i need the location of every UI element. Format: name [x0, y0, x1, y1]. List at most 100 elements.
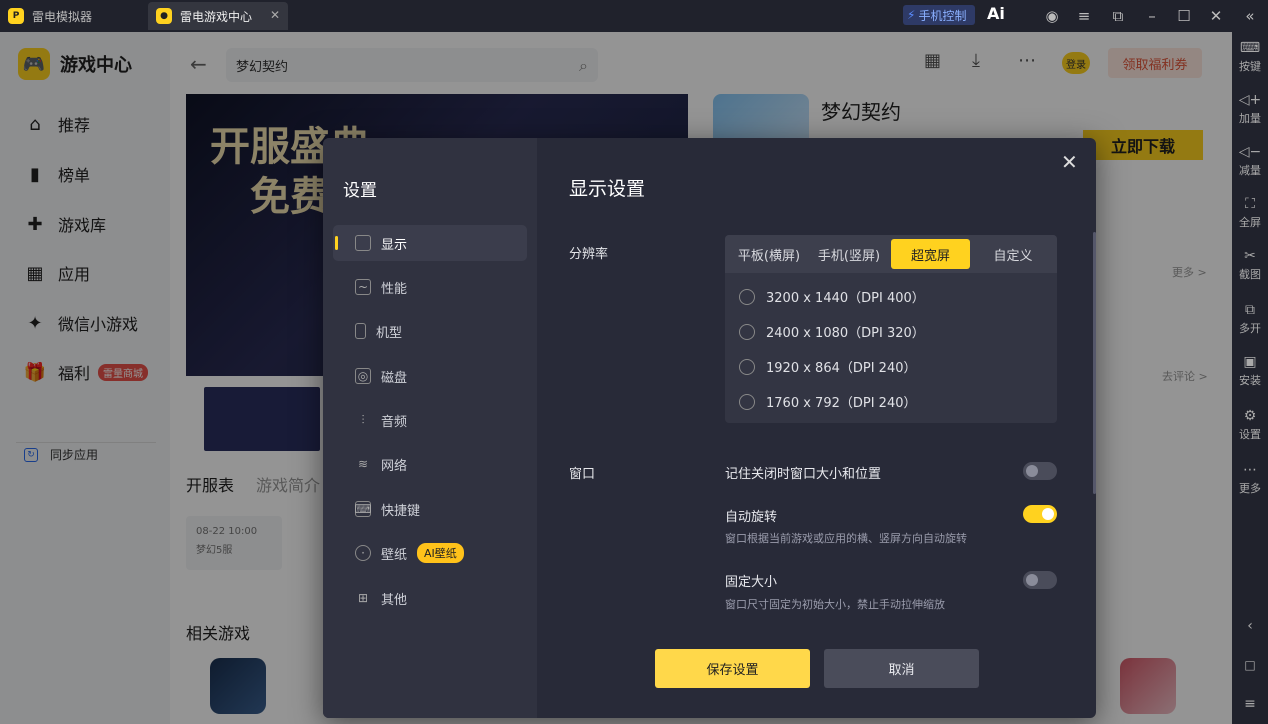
collapse-sidebar-icon[interactable]: «	[1238, 4, 1262, 28]
emulator-logo-icon: P	[8, 8, 24, 24]
toolbar-more[interactable]: ⋯ 更多	[1232, 462, 1268, 496]
settings-item-label: 快捷键	[381, 503, 421, 519]
settings-item-label: 磁盘	[381, 370, 408, 386]
resolution-segmented-control: 平板(横屏) 手机(竖屏) 超宽屏 自定义	[725, 235, 1057, 273]
toolbar-settings[interactable]: ⚙ 设置	[1232, 408, 1268, 442]
settings-item-audio[interactable]: ⫶ 音频	[333, 402, 527, 438]
toggle-knob	[1026, 574, 1038, 586]
settings-sidebar: 设置 显示 ~ 性能 机型 ◎ 磁盘 ⫶ 音频 ≋ 网络 ⌨ 快捷键 · 壁纸 AI壁纸 ⊞…	[323, 138, 537, 718]
settings-item-shortcuts[interactable]: ⌨ 快捷键	[333, 491, 527, 527]
settings-item-other[interactable]: ⊞ 其他	[333, 580, 527, 616]
segment-tablet[interactable]: 平板(横屏)	[733, 239, 805, 269]
resolution-option[interactable]: 3200 x 1440（DPI 400）	[739, 287, 925, 306]
toolbar-volume-down[interactable]: ◁− 减量	[1232, 144, 1268, 178]
settings-item-display[interactable]: 显示	[333, 225, 527, 261]
title-bar: P 雷电模拟器 ● 雷电游戏中心 ✕ ⚡ 手机控制 Ai ◉ ≡ ⧉ – ☐ ✕…	[0, 0, 1268, 32]
toolbar-fullscreen[interactable]: ⛶ 全屏	[1232, 196, 1268, 230]
resolution-label: 分辨率	[569, 247, 609, 262]
resolution-panel: 平板(横屏) 手机(竖屏) 超宽屏 自定义 3200 x 1440（DPI 40…	[725, 235, 1057, 423]
resolution-label-text: 3200 x 1440（DPI 400）	[766, 291, 925, 306]
right-toolbar: ⌨ 按键 ◁+ 加量 ◁− 减量 ⛶ 全屏 ✂ 截图 ⧉ 多开 ▣ 安装 ⚙ 设置 ⋯ 更多 ‹ …	[1232, 32, 1268, 724]
restore-window-icon[interactable]: ⧉	[1106, 4, 1130, 28]
user-icon[interactable]: ◉	[1040, 4, 1064, 28]
phone-control-label: 手机控制	[918, 8, 967, 23]
radio-circle[interactable]	[739, 393, 755, 410]
toolbar-volume-up[interactable]: ◁+ 加量	[1232, 92, 1268, 126]
settings-item-label: 网络	[381, 458, 408, 474]
tab-emulator[interactable]: P 雷电模拟器	[0, 2, 140, 30]
phone-control-button[interactable]: ⚡ 手机控制	[903, 5, 975, 25]
home-nav-icon[interactable]: □	[1232, 658, 1268, 672]
auto-rotate-toggle[interactable]	[1023, 505, 1057, 523]
settings-item-disk[interactable]: ◎ 磁盘	[333, 358, 527, 394]
settings-item-model[interactable]: 机型	[333, 313, 527, 349]
segment-ultrawide[interactable]: 超宽屏	[891, 239, 970, 269]
resolution-option[interactable]: 1920 x 864（DPI 240）	[739, 357, 916, 376]
tab-game-center[interactable]: ● 雷电游戏中心 ✕	[148, 2, 288, 30]
game-center-logo-icon: ●	[156, 8, 172, 24]
phone-icon	[355, 323, 366, 339]
toolbar-label: 更多	[1239, 482, 1261, 495]
toolbar-label: 全屏	[1239, 216, 1261, 229]
settings-scrollbar[interactable]	[1093, 232, 1096, 494]
toolbar-label: 按键	[1239, 60, 1261, 73]
settings-item-performance[interactable]: ~ 性能	[333, 269, 527, 305]
resolution-option[interactable]: 2400 x 1080（DPI 320）	[739, 322, 925, 341]
resolution-label-text: 2400 x 1080（DPI 320）	[766, 326, 925, 341]
keyboard-icon: ⌨	[354, 501, 372, 517]
tab-label: 雷电游戏中心	[180, 9, 253, 24]
settings-item-label: 音频	[381, 414, 408, 430]
fixed-size-option: 固定大小	[725, 575, 778, 590]
toolbar-label: 减量	[1239, 164, 1261, 177]
fullscreen-icon: ⛶	[1245, 196, 1255, 212]
gear-icon: ⚙	[1243, 408, 1257, 424]
toolbar-multi[interactable]: ⧉ 多开	[1232, 302, 1268, 336]
close-dialog-icon[interactable]: ✕	[1061, 150, 1078, 174]
toolbar-label: 截图	[1239, 268, 1261, 281]
settings-item-label: 壁纸	[381, 547, 408, 563]
fixed-size-toggle[interactable]	[1023, 571, 1057, 589]
cancel-button[interactable]: 取消	[824, 649, 979, 688]
maximize-icon[interactable]: ☐	[1172, 4, 1196, 28]
ai-wallpaper-badge: AI壁纸	[417, 543, 464, 563]
settings-item-label: 其他	[381, 592, 408, 608]
auto-rotate-description: 窗口根据当前游戏或应用的横、竖屏方向自动旋转	[725, 532, 967, 545]
minimize-icon[interactable]: –	[1140, 4, 1164, 28]
radio-circle[interactable]	[739, 288, 755, 305]
toolbar-keyboard[interactable]: ⌨ 按键	[1232, 40, 1268, 74]
settings-item-label: 机型	[376, 325, 403, 341]
menu-icon[interactable]: ≡	[1072, 4, 1096, 28]
segment-phone[interactable]: 手机(竖屏)	[813, 239, 885, 269]
toggle-knob	[1026, 465, 1038, 477]
remember-window-option: 记住关闭时窗口大小和位置	[725, 467, 882, 482]
ai-button[interactable]: Ai	[987, 4, 1005, 23]
radio-circle[interactable]	[739, 358, 755, 375]
volume-down-icon: ◁−	[1238, 144, 1262, 160]
auto-rotate-option: 自动旋转	[725, 510, 778, 525]
keyboard-icon: ⌨	[1239, 40, 1261, 56]
toolbar-install[interactable]: ▣ 安装	[1232, 354, 1268, 388]
settings-item-label: 显示	[381, 237, 408, 253]
save-settings-button[interactable]: 保存设置	[655, 649, 810, 688]
multi-window-icon: ⧉	[1245, 302, 1255, 318]
toolbar-screenshot[interactable]: ✂ 截图	[1232, 248, 1268, 282]
resolution-label-text: 1760 x 792（DPI 240）	[766, 396, 917, 411]
remember-window-toggle[interactable]	[1023, 462, 1057, 480]
recent-nav-icon[interactable]: ≡	[1232, 696, 1268, 712]
tab-label: 雷电模拟器	[32, 9, 93, 24]
radio-circle[interactable]	[739, 323, 755, 340]
settings-item-wallpaper[interactable]: · 壁纸 AI壁纸	[333, 535, 527, 571]
resolution-label-text: 1920 x 864（DPI 240）	[766, 361, 917, 376]
resolution-option[interactable]: 1760 x 792（DPI 240）	[739, 392, 916, 411]
settings-item-network[interactable]: ≋ 网络	[333, 446, 527, 482]
segment-custom[interactable]: 自定义	[977, 239, 1049, 269]
volume-up-icon: ◁+	[1238, 92, 1262, 108]
toolbar-label: 加量	[1239, 112, 1261, 125]
close-window-icon[interactable]: ✕	[1204, 4, 1228, 28]
section-title: 显示设置	[569, 178, 646, 200]
settings-title: 设置	[343, 181, 377, 201]
close-tab-icon[interactable]: ✕	[270, 8, 280, 22]
toggle-knob	[1042, 508, 1054, 520]
back-nav-icon[interactable]: ‹	[1232, 618, 1268, 634]
performance-icon: ~	[355, 279, 371, 295]
